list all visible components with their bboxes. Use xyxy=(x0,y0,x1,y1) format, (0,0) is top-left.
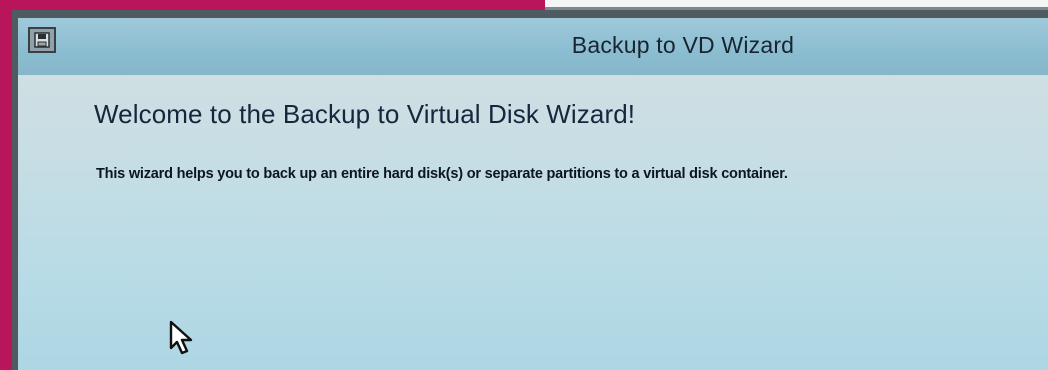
title-bar[interactable]: Backup to VD Wizard xyxy=(18,18,1048,75)
wizard-window: Backup to VD Wizard Welcome to the Backu… xyxy=(12,10,1048,370)
wizard-heading: Welcome to the Backup to Virtual Disk Wi… xyxy=(94,99,636,129)
desktop-background-strip xyxy=(545,0,1048,10)
window-title: Backup to VD Wizard xyxy=(571,32,795,58)
wizard-description: This wizard helps you to back up an enti… xyxy=(96,166,788,182)
wizard-content: Welcome to the Backup to Virtual Disk Wi… xyxy=(18,75,1048,370)
mouse-cursor-icon xyxy=(169,320,193,355)
